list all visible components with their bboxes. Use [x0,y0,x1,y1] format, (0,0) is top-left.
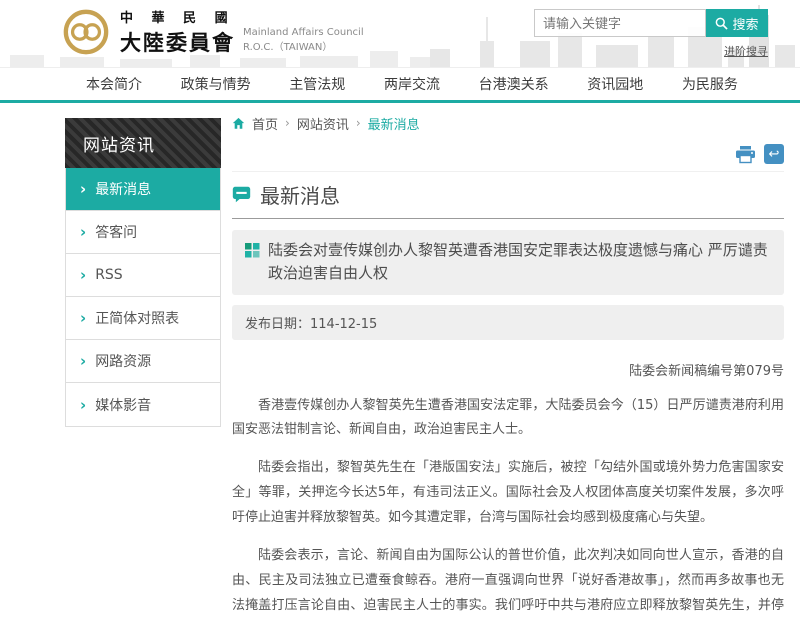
printer-icon [735,145,756,164]
chevron-right-icon: › [80,352,86,370]
chevron-right-icon: › [80,396,86,414]
section-heading: 最新消息 [232,180,784,219]
article-title: 陆委会对壹传媒创办人黎智英遭香港国安定罪表达极度遗憾与痛心 严厉谴责政治迫害自由… [268,239,771,286]
nav-item-exchange[interactable]: 两岸交流 [384,74,440,94]
sidebar-title: 网站资讯 [65,118,221,168]
article-body: 香港壹传媒创办人黎智英先生遭香港国安法定罪，大陆委员会今（15）日严厉谴责港府利… [232,394,784,620]
sidebar-item-label: 网路资源 [95,351,151,371]
return-arrow-icon: ↩ [769,147,780,162]
page-action-icons: ↩ [232,144,784,172]
mac-emblem-icon [62,8,110,56]
sidebar-item-label: 正简体对照表 [95,308,179,328]
section-title: 最新消息 [260,180,340,209]
chevron-right-icon: › [80,180,86,198]
search-button-label: 搜索 [732,14,758,33]
sidebar-item-label: 媒体影音 [95,395,151,415]
nav-item-information[interactable]: 资讯园地 [587,74,643,94]
breadcrumb-separator: › [356,116,361,130]
home-icon [232,117,245,130]
site-header: 中 華 民 國 大陸委員會 Mainland Affairs Council R… [0,0,800,67]
breadcrumb-separator: › [285,116,290,130]
nav-item-tw-hk-mo[interactable]: 台港澳关系 [479,74,549,94]
publish-date-box: 发布日期：114-12-15 [232,305,784,340]
logo-roc-label: 中 華 民 國 [120,7,235,26]
article-title-box: 陆委会对壹传媒创办人黎智英遭香港国安定罪表达极度遗憾与痛心 严厉谴责政治迫害自由… [232,230,784,295]
sidebar-item-media[interactable]: › 媒体影音 [66,383,220,426]
back-share-button[interactable]: ↩ [764,144,784,164]
chevron-right-icon: › [80,309,86,327]
search-area: 搜索 进阶搜寻 [534,9,768,59]
sidebar-menu: › 最新消息 › 答客问 › RSS › 正简体对照表 › 网路资源 › 媒体影… [65,168,221,427]
grid-icon [245,243,260,258]
chevron-right-icon: › [80,223,86,241]
article-paragraph: 陆委会表示，言论、新闻自由为国际公认的普世价值，此次判决如同向世人宣示，香港的自… [232,544,784,620]
print-button[interactable] [735,145,756,164]
nav-item-about[interactable]: 本会简介 [86,74,142,94]
speech-bubble-icon [232,186,251,203]
logo-english-text: Mainland Affairs Council R.O.C.（TAIWAN） [243,9,364,55]
article-paragraph: 香港壹传媒创办人黎智英先生遭香港国安法定罪，大陆委员会今（15）日严厉谴责港府利… [232,394,784,444]
article-paragraph: 陆委会指出，黎智英先生在「港版国安法」实施后，被控「勾结外国或境外势力危害国家安… [232,456,784,531]
publish-date-label: 发布日期： [245,317,310,332]
breadcrumb-home[interactable]: 首页 [252,114,278,133]
search-button[interactable]: 搜索 [706,9,768,37]
page-body: 网站资讯 › 最新消息 › 答客问 › RSS › 正简体对照表 › 网路资源 [0,103,800,620]
sidebar-item-rss[interactable]: › RSS [66,254,220,297]
chevron-right-icon: › [80,266,86,284]
sidebar-item-label: 答客问 [95,222,137,242]
sidebar-item-latest-news[interactable]: › 最新消息 [66,168,220,211]
nav-item-policy[interactable]: 政策与情势 [181,74,251,94]
sidebar: 网站资讯 › 最新消息 › 答客问 › RSS › 正简体对照表 › 网路资源 [65,118,221,427]
publish-date-value: 114-12-15 [310,317,377,332]
sidebar-item-label: 最新消息 [95,179,151,199]
breadcrumb-section[interactable]: 网站资讯 [297,114,349,133]
nav-item-services[interactable]: 为民服务 [682,74,738,94]
press-release-number: 陆委会新闻稿编号第079号 [232,360,784,379]
sidebar-item-label: RSS [95,267,123,283]
breadcrumb-current: 最新消息 [368,114,420,133]
magnifier-icon [715,17,728,30]
sidebar-item-qa[interactable]: › 答客问 [66,211,220,254]
logo-mac-label: 大陸委員會 [120,27,235,57]
advanced-search-link[interactable]: 进阶搜寻 [724,45,768,58]
sidebar-item-web-resources[interactable]: › 网路资源 [66,340,220,383]
logo-en-line1: Mainland Affairs Council [243,25,364,40]
site-logo[interactable]: 中 華 民 國 大陸委員會 Mainland Affairs Council R… [62,7,364,57]
sidebar-item-charset-table[interactable]: › 正简体对照表 [66,297,220,340]
main-content: 首页 › 网站资讯 › 最新消息 ↩ [232,103,784,620]
nav-item-regulations[interactable]: 主管法规 [289,74,345,94]
breadcrumb: 首页 › 网站资讯 › 最新消息 [232,114,784,132]
search-input[interactable] [534,9,706,37]
logo-en-line2: R.O.C.（TAIWAN） [243,40,364,55]
main-navigation: 本会简介 政策与情势 主管法规 两岸交流 台港澳关系 资讯园地 为民服务 [0,67,800,100]
logo-chinese-text: 中 華 民 國 大陸委員會 [120,7,235,57]
